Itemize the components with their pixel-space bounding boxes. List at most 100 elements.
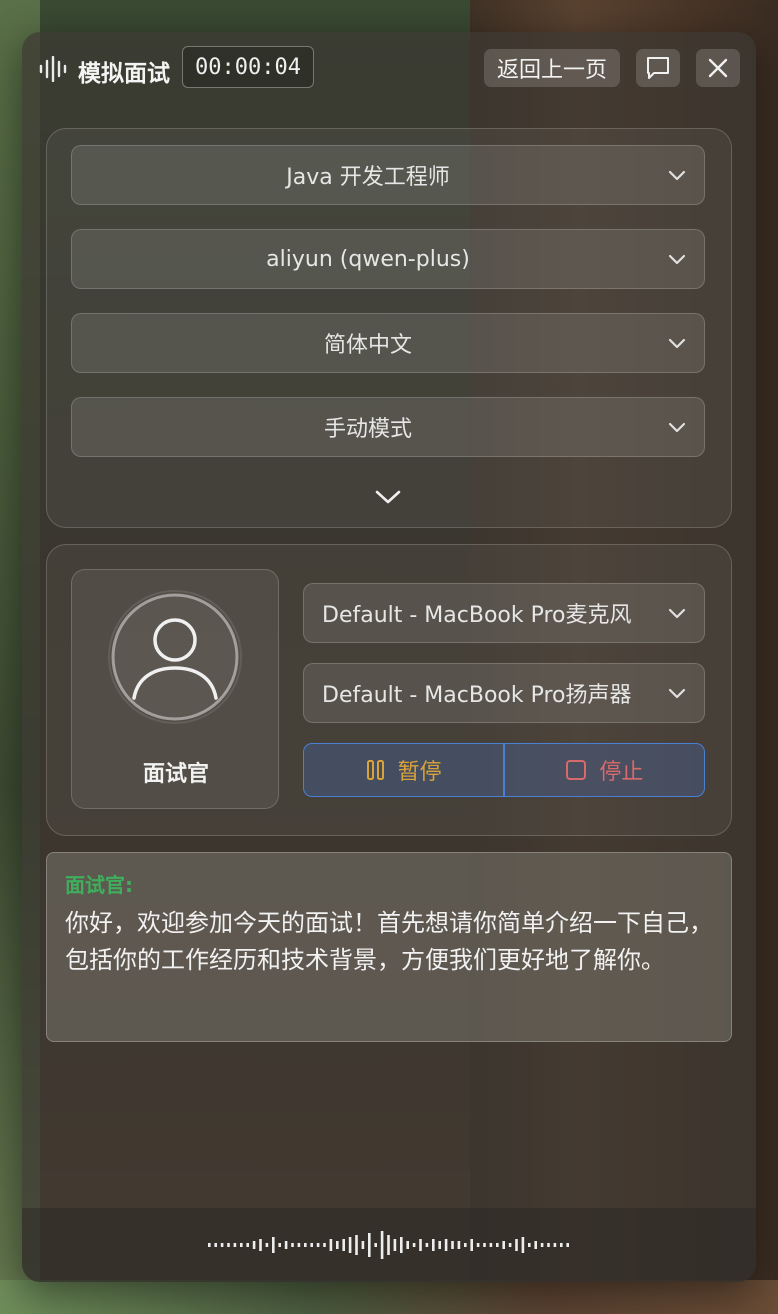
interview-controls-panel: 面试官 Default - MacBook Pro麦克风 Default - M… (46, 544, 732, 836)
stop-icon (566, 760, 587, 780)
waveform-bar (489, 1243, 493, 1247)
interview-window: 模拟面试 00:00:04 返回上一页 Java 开发工程师 aliyun (q… (22, 32, 756, 1282)
microphone-value: Default - MacBook Pro麦克风 (322, 603, 632, 628)
pause-icon (366, 760, 384, 780)
waveform-bar (252, 1241, 256, 1249)
audio-waveform (208, 1231, 569, 1259)
waveform-bar (547, 1243, 550, 1247)
waveform-bar (387, 1235, 390, 1255)
stop-label: 停止 (599, 760, 644, 785)
back-button[interactable]: 返回上一页 (484, 49, 620, 87)
chat-button[interactable] (636, 49, 680, 87)
waveform-bar (374, 1243, 377, 1247)
chevron-down-icon (668, 688, 686, 699)
waveform-bar (208, 1243, 211, 1247)
waveform-bar (368, 1233, 371, 1257)
waveform-bar (470, 1239, 473, 1251)
waveform-bar (553, 1243, 557, 1247)
model-select[interactable]: aliyun (qwen-plus) (71, 229, 705, 289)
waveform-bar (483, 1243, 486, 1247)
pause-label: 暂停 (397, 760, 442, 785)
waveform-bar (502, 1241, 505, 1249)
waveform-bar (284, 1241, 288, 1249)
user-avatar-icon (108, 590, 242, 724)
waveform-bar (496, 1243, 499, 1247)
elapsed-timer: 00:00:04 (182, 46, 314, 88)
waveform-bar (323, 1243, 326, 1247)
waveform-bar (540, 1243, 544, 1247)
waveform-bar (297, 1243, 301, 1247)
microphone-select[interactable]: Default - MacBook Pro麦克风 (303, 583, 705, 643)
waveform-bar (316, 1243, 320, 1247)
waveform-bar (406, 1241, 409, 1249)
waveform-bar (265, 1243, 269, 1247)
speaker-name: 面试官: (65, 873, 133, 897)
interviewer-card: 面试官 (71, 569, 279, 809)
app-title: 模拟面试 (78, 61, 170, 87)
message-text: 你好，欢迎参加今天的面试！首先想请你简单介绍一下自己，包括你的工作经历和技术背景… (65, 909, 713, 974)
waveform-bar (361, 1241, 365, 1249)
title-bar: 模拟面试 00:00:04 返回上一页 (22, 32, 756, 104)
stop-button[interactable]: 停止 (505, 744, 704, 796)
waveform-bar (432, 1239, 435, 1251)
waveform-bar (476, 1243, 480, 1247)
model-value: aliyun (qwen-plus) (266, 246, 470, 272)
waveform-bar (400, 1237, 403, 1253)
waveform-bar (355, 1235, 358, 1255)
waveform-bar (521, 1237, 525, 1253)
mode-select[interactable]: 手动模式 (71, 397, 705, 457)
waveform-bar (393, 1239, 397, 1251)
waveform-bar (464, 1243, 467, 1247)
waveform-bar (515, 1239, 518, 1251)
waveform-bar (278, 1243, 281, 1247)
pause-button[interactable]: 暂停 (304, 744, 503, 796)
speaker-value: Default - MacBook Pro扬声器 (322, 683, 632, 708)
waveform-bar (348, 1237, 352, 1253)
waveform-bar (560, 1243, 563, 1247)
waveform-bar (451, 1241, 454, 1249)
waveform-bar (444, 1239, 448, 1251)
close-button[interactable] (696, 49, 740, 87)
language-value: 简体中文 (323, 333, 412, 358)
chevron-down-icon (668, 170, 686, 181)
waveform-bar (246, 1243, 249, 1247)
background-ground (0, 1280, 778, 1314)
chevron-down-icon (668, 608, 686, 619)
waveform-icon (39, 56, 67, 82)
waveform-bar (425, 1243, 429, 1247)
waveform-bar (329, 1239, 333, 1251)
expand-chevron-icon[interactable] (373, 487, 403, 507)
waveform-bar (227, 1243, 230, 1247)
waveform-bar (438, 1241, 441, 1249)
speaker-select[interactable]: Default - MacBook Pro扬声器 (303, 663, 705, 723)
chevron-down-icon (668, 254, 686, 265)
mode-value: 手动模式 (323, 417, 412, 442)
waveform-bar (233, 1243, 237, 1247)
language-select[interactable]: 简体中文 (71, 313, 705, 373)
audio-footer (22, 1208, 756, 1282)
playback-controls: 暂停 停止 (303, 743, 705, 797)
chevron-down-icon (668, 338, 686, 349)
waveform-bar (310, 1243, 313, 1247)
waveform-bar (291, 1243, 294, 1247)
waveform-bar (220, 1243, 224, 1247)
waveform-bar (259, 1239, 262, 1251)
waveform-bar (336, 1241, 339, 1249)
waveform-bar (566, 1243, 569, 1247)
waveform-bar (412, 1243, 416, 1247)
waveform-bar (304, 1243, 307, 1247)
chevron-down-icon (668, 422, 686, 433)
waveform-bar (272, 1237, 275, 1253)
interview-settings-panel: Java 开发工程师 aliyun (qwen-plus) 简体中文 手动模式 (46, 128, 732, 528)
waveform-bar (214, 1243, 217, 1247)
message-square-icon (647, 57, 669, 79)
interviewer-label: 面试官 (142, 762, 209, 787)
waveform-bar (240, 1243, 243, 1247)
position-select[interactable]: Java 开发工程师 (71, 145, 705, 205)
waveform-bar (380, 1231, 384, 1259)
waveform-bar (528, 1243, 531, 1247)
position-value: Java 开发工程师 (286, 165, 450, 190)
waveform-bar (457, 1241, 461, 1249)
waveform-bar (508, 1243, 512, 1247)
close-icon (708, 58, 728, 78)
